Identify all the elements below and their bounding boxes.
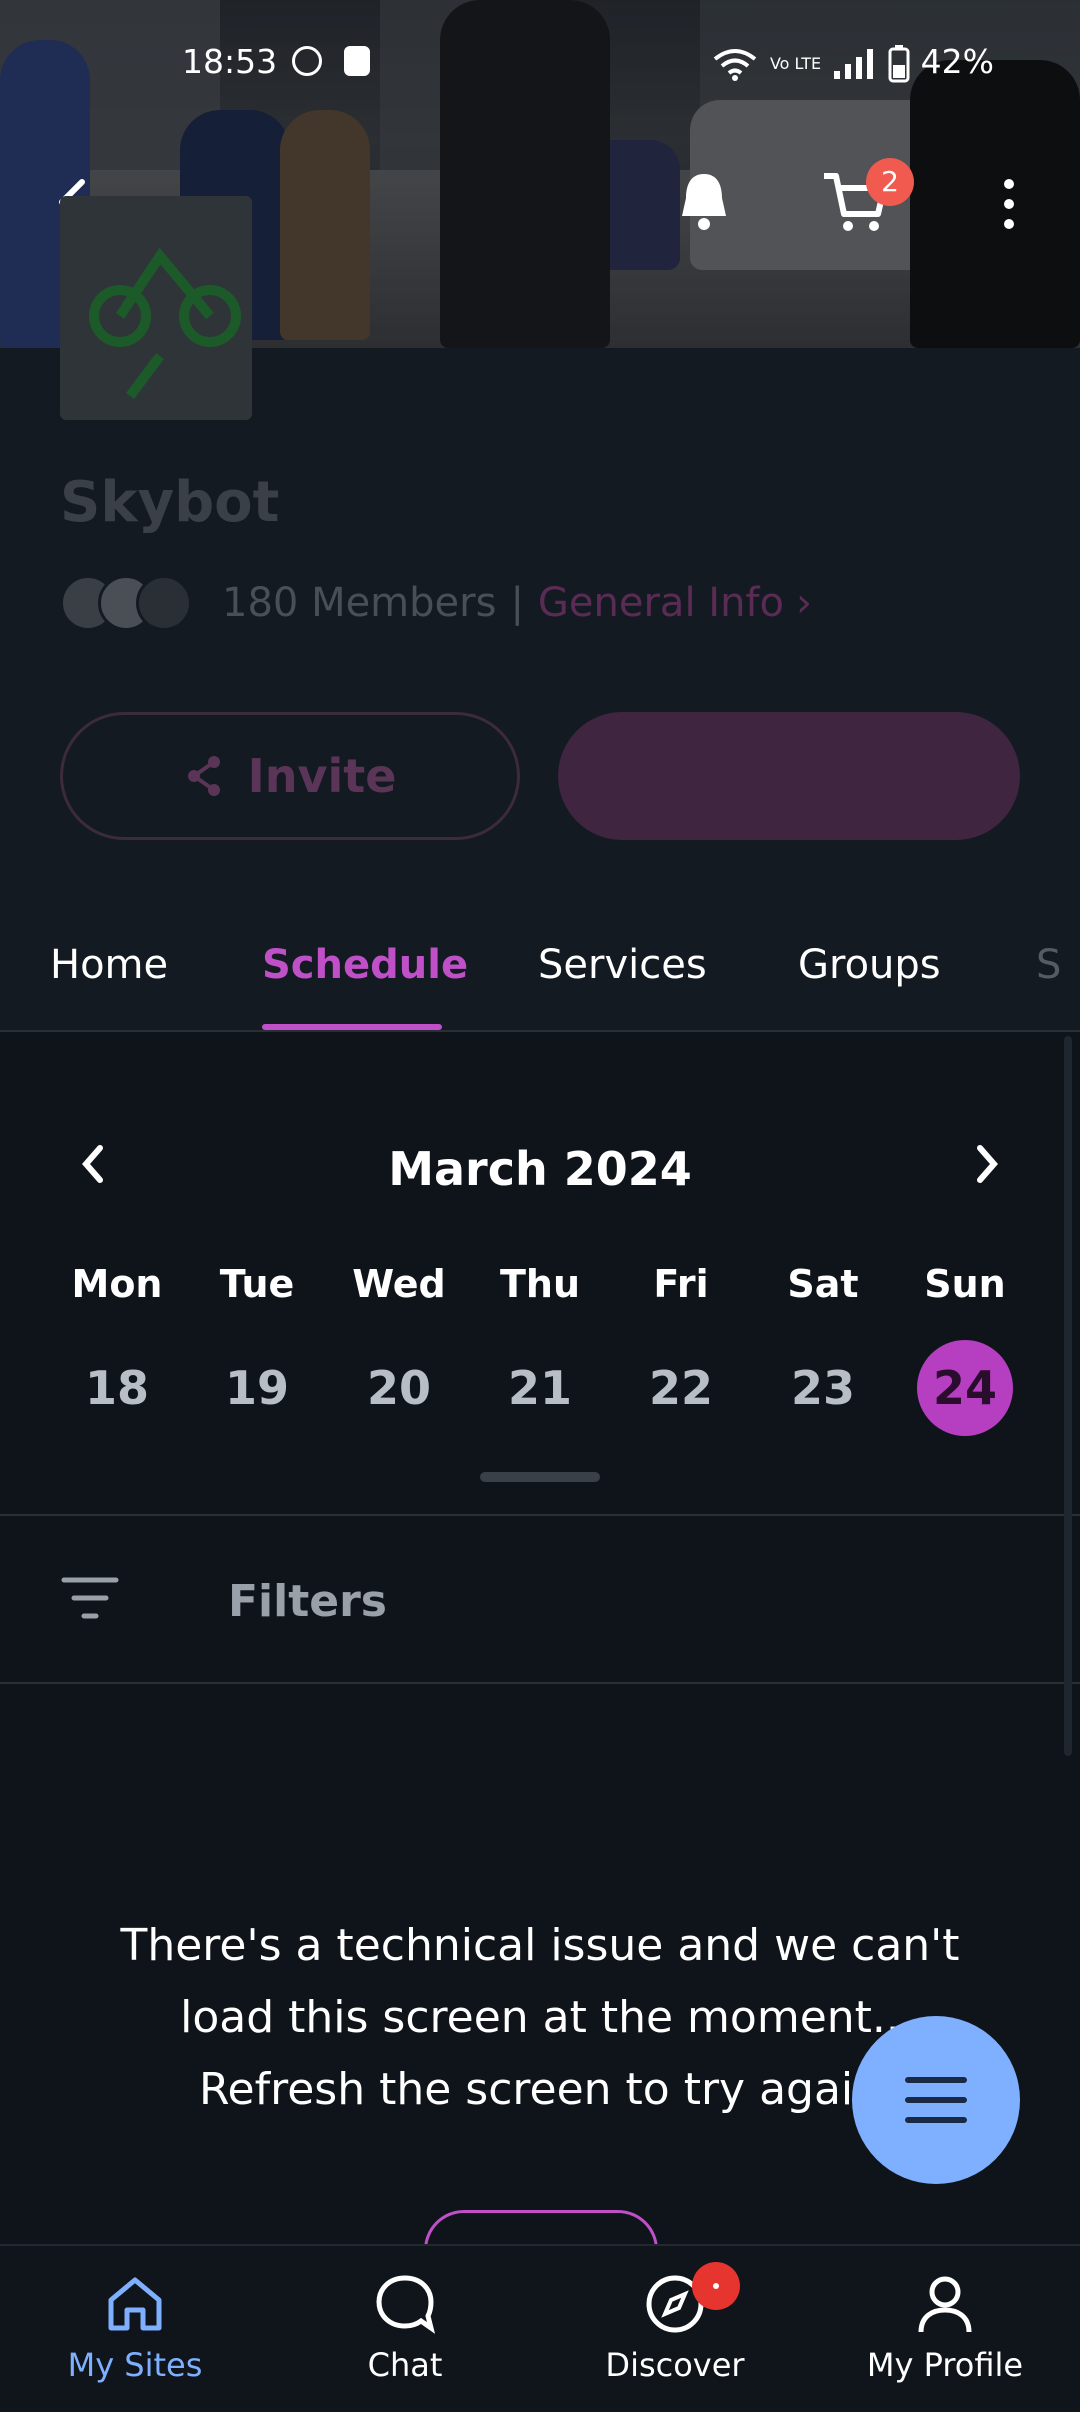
hamburger-icon bbox=[905, 2077, 967, 2123]
menu-fab[interactable] bbox=[852, 2016, 1020, 2184]
notifications-button[interactable] bbox=[674, 168, 734, 232]
error-line: load this screen at the moment.. bbox=[180, 1992, 900, 2043]
nav-label: Discover bbox=[605, 2346, 745, 2384]
chevron-right-icon: › bbox=[795, 580, 812, 626]
general-info-link[interactable]: General Info bbox=[538, 580, 784, 626]
wifi-icon bbox=[711, 42, 770, 81]
day-thu[interactable]: Thu 21 bbox=[485, 1262, 595, 1436]
divider bbox=[0, 1682, 1080, 1684]
day-name: Wed bbox=[352, 1262, 446, 1306]
day-number: 23 bbox=[790, 1361, 855, 1415]
active-tab-indicator bbox=[262, 1024, 442, 1030]
site-logo bbox=[60, 196, 252, 420]
join-button[interactable] bbox=[558, 712, 1020, 840]
battery-percent: 42% bbox=[920, 42, 994, 81]
day-number: 19 bbox=[224, 1361, 289, 1415]
nav-label: Chat bbox=[367, 2346, 443, 2384]
day-fri[interactable]: Fri 22 bbox=[626, 1262, 736, 1436]
day-wed[interactable]: Wed 20 bbox=[344, 1262, 454, 1436]
more-vertical-icon bbox=[1004, 179, 1014, 229]
day-number: 24 bbox=[917, 1340, 1013, 1436]
day-mon[interactable]: Mon 18 bbox=[62, 1262, 172, 1436]
day-name: Fri bbox=[653, 1262, 709, 1306]
day-sat[interactable]: Sat 23 bbox=[768, 1262, 878, 1436]
bottom-navigation: My Sites Chat Discover My Profile bbox=[0, 2244, 1080, 2412]
site-name: Skybot bbox=[60, 470, 280, 535]
cart-count: 2 bbox=[881, 165, 899, 198]
signal-icon bbox=[832, 42, 889, 81]
day-tue[interactable]: Tue 19 bbox=[202, 1262, 312, 1436]
filters-label: Filters bbox=[228, 1576, 387, 1627]
avatar bbox=[136, 575, 192, 631]
chevron-right-icon bbox=[977, 1145, 998, 1183]
calendar-expand-handle[interactable] bbox=[480, 1472, 600, 1482]
nav-chat[interactable]: Chat bbox=[270, 2246, 540, 2412]
nav-my-sites[interactable]: My Sites bbox=[0, 2246, 270, 2412]
discover-badge bbox=[692, 2262, 740, 2310]
week-calendar: March 2024 Mon 18 Tue 19 Wed 20 Thu 21 Fri 22… bbox=[0, 1034, 1080, 1514]
notification-icon bbox=[344, 46, 370, 76]
scooter-logo-icon bbox=[89, 247, 241, 399]
day-number: 21 bbox=[507, 1361, 572, 1415]
profile-icon bbox=[918, 2276, 972, 2333]
nav-my-profile[interactable]: My Profile bbox=[810, 2246, 1080, 2412]
members-row: 180 Members | General Info › bbox=[60, 572, 812, 634]
tab-services[interactable]: Services bbox=[538, 942, 707, 988]
day-number: 18 bbox=[84, 1361, 149, 1415]
nav-discover[interactable]: Discover bbox=[540, 2246, 810, 2412]
network-label: Vo LTE bbox=[769, 54, 822, 73]
cart-count-badge: 2 bbox=[866, 158, 914, 206]
day-number: 20 bbox=[366, 1361, 431, 1415]
share-icon bbox=[187, 756, 220, 796]
scrollbar[interactable] bbox=[1064, 1036, 1072, 1756]
status-time: 18:53 bbox=[182, 42, 278, 81]
members-count: 180 Members bbox=[222, 580, 497, 626]
invite-button[interactable]: Invite bbox=[60, 712, 520, 840]
chat-icon bbox=[376, 2275, 436, 2334]
home-icon bbox=[108, 2277, 162, 2331]
more-options-button[interactable] bbox=[996, 176, 1022, 232]
members-separator: | bbox=[510, 580, 524, 626]
day-name: Mon bbox=[71, 1262, 163, 1306]
bell-icon bbox=[682, 174, 726, 230]
error-line: There's a technical issue and we can't bbox=[120, 1920, 960, 1971]
day-sun-selected[interactable]: Sun 24 bbox=[910, 1262, 1020, 1436]
status-bar: 18:53 Vo LTE 42% bbox=[0, 40, 1080, 86]
nav-label: My Profile bbox=[866, 2346, 1024, 2384]
whatsapp-icon bbox=[292, 46, 322, 76]
battery-icon bbox=[888, 42, 921, 82]
tab-home[interactable]: Home bbox=[50, 942, 168, 988]
filters-row[interactable]: Filters bbox=[0, 1516, 1080, 1682]
day-name: Sun bbox=[924, 1262, 1006, 1306]
tab-schedule[interactable]: Schedule bbox=[262, 942, 468, 988]
day-number: 22 bbox=[648, 1361, 713, 1415]
invite-label: Invite bbox=[247, 749, 397, 803]
tab-groups[interactable]: Groups bbox=[798, 942, 941, 988]
status-right: Vo LTE 42% bbox=[711, 42, 994, 83]
day-name: Tue bbox=[219, 1262, 295, 1306]
day-name: Sat bbox=[787, 1262, 859, 1306]
tab-bar: Home Schedule Services Groups S bbox=[0, 920, 1080, 1032]
day-name: Thu bbox=[499, 1262, 581, 1306]
next-week-button[interactable] bbox=[972, 1140, 1002, 1198]
nav-label: My Sites bbox=[67, 2346, 203, 2384]
calendar-month: March 2024 bbox=[388, 1142, 692, 1196]
filter-icon bbox=[61, 1577, 119, 1619]
tab-more[interactable]: S bbox=[1036, 942, 1061, 988]
week-days: Mon 18 Tue 19 Wed 20 Thu 21 Fri 22 Sat 23 Sun 2… bbox=[0, 1262, 1080, 1436]
